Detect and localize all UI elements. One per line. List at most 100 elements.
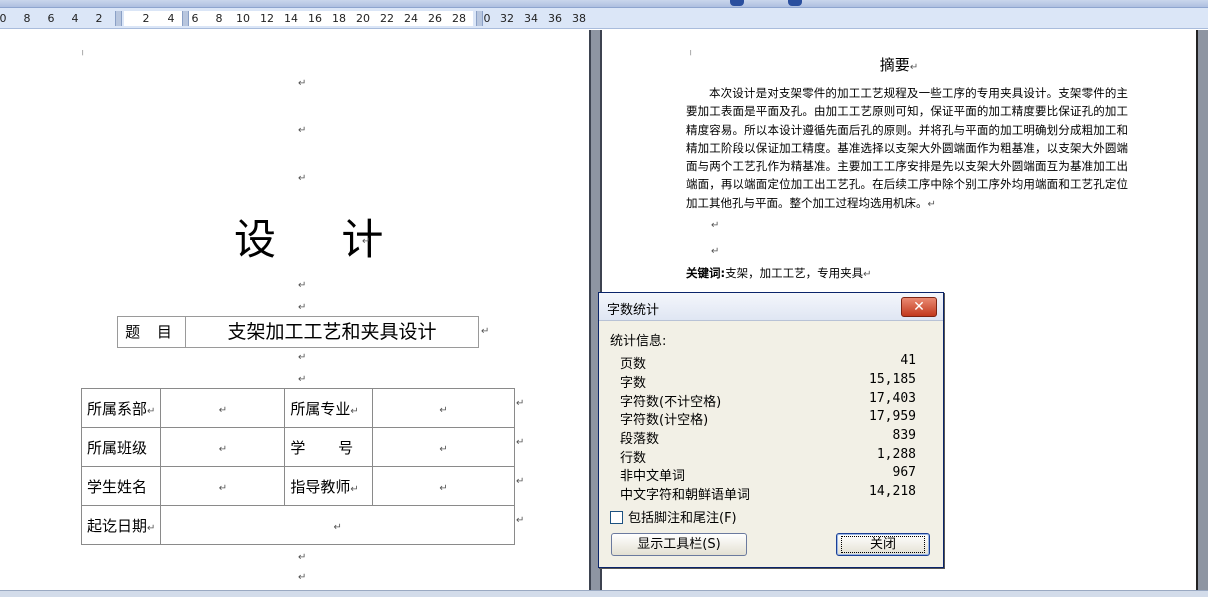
advisor-label: 指导教师: [290, 477, 351, 496]
footnote-checkbox[interactable]: [610, 511, 623, 524]
paragraph-mark: ↵: [298, 173, 307, 184]
stat-label: 行数: [620, 451, 647, 466]
table-row: 所属班级 ↵ 学 号 ↵: [80, 427, 515, 467]
paragraph-mark: ↵: [516, 476, 525, 487]
ruler-tick: 2: [95, 12, 103, 25]
keywords-line: 关键词:支架，加工工艺，专用夹具↵: [686, 265, 872, 281]
ruler-tick: 26: [428, 12, 442, 25]
ruler-tick: 10: [236, 12, 250, 25]
paragraph-mark: ↵: [439, 405, 448, 416]
word-window: 0 8 6 4 2 2 4 6 8 10 12 14 16 18 20 22 2…: [0, 0, 1208, 597]
ruler-tick: 34: [524, 12, 538, 25]
footnote-checkbox-row[interactable]: 包括脚注和尾注(F): [610, 507, 737, 526]
paragraph-mark: ↵: [909, 62, 919, 73]
date-value-cell[interactable]: ↵: [160, 505, 515, 545]
stat-row: 非中文单词 967: [620, 465, 916, 484]
close-icon[interactable]: ✕: [901, 297, 937, 317]
stat-label: 字数: [620, 376, 647, 391]
student-name-value-cell[interactable]: ↵: [160, 466, 286, 506]
window-top-edge: [0, 0, 1208, 8]
table-row: 所属系部↵ ↵ 所属专业↵ ↵: [80, 388, 515, 428]
page-corner-mark: ╷: [80, 46, 86, 56]
class-value-cell[interactable]: ↵: [160, 427, 286, 467]
ruler-tick: 0: [0, 12, 7, 25]
abstract-body: 本次设计是对支架零件的加工工艺规程及一些工序的专用夹具设计。支架零件的主要加工表…: [686, 84, 1128, 214]
word-count-dialog: 字数统计 ✕ 统计信息: 页数 41 字数 15,185 字符数(不计空格) 17,4…: [598, 292, 944, 568]
stat-value: 1,288: [876, 447, 916, 462]
show-toolbar-button[interactable]: 显示工具栏(S): [611, 533, 747, 556]
student-name-label: 学生姓名: [87, 477, 148, 496]
table-label-cell: 所属系部↵: [80, 388, 162, 428]
ruler-tick: 8: [23, 12, 31, 25]
paragraph-mark: ↵: [516, 437, 525, 448]
table-label-cell: 学生姓名: [80, 466, 162, 506]
stat-value: 17,403: [869, 391, 916, 406]
paragraph-mark: ↵: [147, 405, 156, 417]
stat-label: 非中文单词: [620, 469, 686, 484]
paragraph-mark: ↵: [298, 78, 307, 89]
ruler-tick: 8: [215, 12, 223, 25]
dialog-title-bar[interactable]: 字数统计 ✕: [599, 293, 943, 321]
advisor-value-cell[interactable]: ↵: [372, 466, 515, 506]
stat-row: 字符数(计空格) 17,959: [620, 409, 916, 428]
abstract-body-text: 本次设计是对支架零件的加工工艺规程及一些工序的专用夹具设计。支架零件的主要加工表…: [686, 86, 1128, 210]
paragraph-mark: ↵: [147, 522, 156, 534]
paragraph-mark: ↵: [298, 125, 307, 136]
table-label-cell: 指导教师↵: [284, 466, 374, 506]
ruler-tick: 18: [332, 12, 346, 25]
abstract-title: 摘要↵: [602, 54, 1196, 75]
stat-row: 字数 15,185: [620, 372, 916, 391]
date-label: 起讫日期: [87, 516, 148, 535]
paragraph-mark: ↵: [298, 280, 307, 291]
ruler-tick: 6: [47, 12, 55, 25]
paragraph-mark: ↵: [481, 326, 490, 337]
table-label-cell: 所属班级: [80, 427, 162, 467]
ruler-indent-marker[interactable]: [115, 11, 122, 26]
paragraph-mark: ↵: [516, 515, 525, 526]
footnote-checkbox-label: 包括脚注和尾注(F): [628, 511, 737, 526]
paragraph-mark: ↵: [863, 269, 872, 280]
window-control-notch: [730, 0, 744, 6]
major-value-cell[interactable]: ↵: [372, 388, 515, 428]
stat-row: 行数 1,288: [620, 447, 916, 466]
major-label: 所属专业: [290, 399, 351, 418]
paragraph-mark: ↵: [439, 483, 448, 494]
horizontal-ruler[interactable]: 0 8 6 4 2 2 4 6 8 10 12 14 16 18 20 22 2…: [0, 8, 1208, 29]
topic-table: 题 目 支架加工工艺和夹具设计: [117, 316, 479, 348]
stat-label: 页数: [620, 357, 647, 372]
stat-value: 17,959: [869, 409, 916, 424]
paragraph-mark: ↵: [439, 444, 448, 455]
paragraph-mark: ↵: [711, 220, 720, 231]
ruler-tick: 32: [500, 12, 514, 25]
ruler-tick: 28: [452, 12, 466, 25]
stat-label: 字符数(计空格): [620, 413, 709, 428]
close-button[interactable]: 关闭: [836, 533, 930, 556]
cover-title: 设 计: [234, 215, 410, 264]
dept-label: 所属系部: [87, 399, 148, 418]
student-id-value-cell[interactable]: ↵: [372, 427, 515, 467]
keywords-value: 支架，加工工艺，专用夹具: [725, 266, 864, 280]
abstract-title-text: 摘要: [879, 56, 910, 74]
paragraph-mark: ↵: [298, 374, 307, 385]
ruler-tick: 12: [260, 12, 274, 25]
stat-label: 字符数(不计空格): [620, 395, 722, 410]
paragraph-mark: ↵: [218, 405, 228, 416]
ruler-tick: 22: [380, 12, 394, 25]
stat-value: 15,185: [869, 372, 916, 387]
ruler-tick: 20: [356, 12, 370, 25]
close-button-label: 关闭: [840, 536, 925, 553]
paragraph-mark: ↵: [516, 398, 525, 409]
paragraph-mark: ↵: [218, 483, 228, 494]
table-label-cell: 所属专业↵: [284, 388, 374, 428]
ruler-tick: 4: [167, 12, 175, 25]
ruler-tick: 4: [71, 12, 79, 25]
dialog-body: 统计信息: 页数 41 字数 15,185 字符数(不计空格) 17,403 字符数(…: [599, 321, 943, 567]
paragraph-mark: ↵: [350, 483, 359, 495]
paragraph-mark: ↵: [711, 246, 720, 257]
table-row: 学生姓名 ↵ 指导教师↵ ↵: [80, 466, 515, 506]
dept-value-cell[interactable]: ↵: [160, 388, 286, 428]
ruler-tick: 24: [404, 12, 418, 25]
dialog-title: 字数统计: [607, 303, 660, 318]
paragraph-mark: ↵: [927, 198, 936, 210]
stat-label: 段落数: [620, 432, 660, 447]
